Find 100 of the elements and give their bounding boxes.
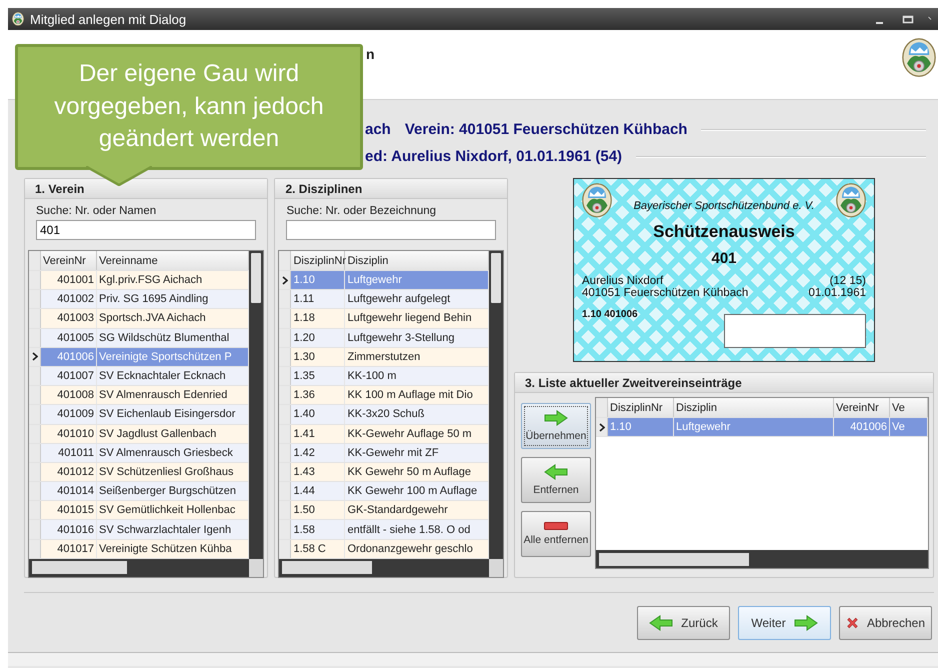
panel-title: 2. Disziplinen	[275, 179, 507, 199]
table-cell: 401002	[41, 290, 97, 308]
search-label: Suche: Nr. oder Bezeichnung	[285, 205, 438, 217]
data-grid[interactable]	[278, 250, 504, 578]
search-field[interactable]	[286, 220, 496, 240]
column-header[interactable]: Disziplin	[674, 398, 834, 417]
footer-button[interactable]: Weiter	[738, 606, 831, 640]
table-cell: 1.43	[291, 462, 346, 482]
table-row[interactable]: 401015 SV Gemütlichkeit Hollenbac	[29, 501, 250, 520]
table-row[interactable]: 1.36 KK 100 m Auflage mit Dio	[279, 386, 489, 406]
table-row[interactable]: 1.58 entfällt - siehe 1.58. O od	[279, 520, 489, 540]
table-row[interactable]: 401005 SG Wildschütz Blumenthal	[29, 328, 250, 348]
data-grid[interactable]: DisziplinNr Disziplin VereinNr Ve 1.10 Luftgewehr 401006 Ve	[595, 397, 929, 569]
table-row[interactable]: 401001 Kgl.priv.FSG Aichach	[29, 271, 250, 290]
table-row[interactable]: 1.43 KK Gewehr 50 m Auflage	[279, 462, 489, 482]
table-row[interactable]: 401008 SV Almenrausch Edenried	[29, 386, 250, 406]
table-row[interactable]: 401017 Vereinigte Schützen Kühba	[29, 540, 250, 559]
right-arrow-icon	[794, 614, 818, 630]
horizontal-scrollbar[interactable]	[596, 550, 928, 568]
action-button[interactable]: Übernehmen	[521, 403, 591, 449]
row-header	[596, 398, 608, 417]
horizontal-scrollbar[interactable]	[29, 558, 250, 577]
column-header[interactable]: Ve	[890, 398, 928, 417]
table-row[interactable]: 401007 SV Ecknachtaler Ecknach	[29, 366, 250, 386]
row-pointer-icon	[32, 352, 38, 362]
card-title: Schützenausweis	[653, 222, 795, 242]
row-pointer-icon	[598, 422, 604, 432]
table-cell: 401015	[41, 501, 97, 520]
table-cell: 401006	[41, 348, 97, 366]
table-cell: 1.35	[291, 366, 346, 386]
table-cell: 401016	[41, 520, 97, 539]
table-cell: 401003	[41, 309, 97, 328]
row-header[interactable]	[279, 271, 292, 290]
table-cell: 401009	[41, 405, 97, 424]
search-label: Suche: Nr. oder Namen	[35, 205, 158, 217]
right-arrow-icon	[544, 410, 568, 426]
footer-button[interactable]: Abbrechen	[839, 606, 932, 640]
row-header	[279, 251, 292, 270]
table-row[interactable]: 401009 SV Eichenlaub Eisingersdor	[29, 405, 250, 424]
table-row[interactable]: 1.20 Luftgewehr 3-Stellung	[279, 328, 489, 348]
member-code: (12 15)	[830, 274, 866, 286]
table-row[interactable]: 401012 SV Schützenliesl Großhaus	[29, 462, 250, 482]
table-row[interactable]: 1.35 KK-100 m	[279, 366, 489, 386]
table-row[interactable]: 1.42 KK-Gewehr mit ZF	[279, 444, 489, 463]
table-cell: 401007	[41, 366, 97, 386]
table-cell: 1.58 C	[291, 540, 346, 558]
emblem-icon	[12, 12, 24, 26]
data-grid[interactable]	[28, 250, 264, 578]
table-cell: 401011	[41, 444, 97, 462]
table-row[interactable]: 1.18 Luftgewehr liegend Behin	[279, 309, 489, 329]
table-cell: 1.44	[291, 482, 346, 500]
row-header[interactable]	[29, 348, 41, 366]
table-cell: 1.20	[291, 328, 346, 347]
table-row[interactable]: 1.40 KK-3x20 Schuß	[279, 405, 489, 424]
table-row[interactable]: 401014 Seißenberger Burgschützen	[29, 482, 250, 502]
info-text: ed: Aurelius Nixdorf, 01.01.1961 (54)	[365, 148, 622, 165]
scrollbar-corner	[489, 558, 503, 577]
row-pointer-icon	[282, 276, 288, 285]
action-button[interactable]: Entfernen	[521, 457, 591, 503]
table-row[interactable]: 1.41 KK-Gewehr Auflage 50 m	[279, 424, 489, 444]
column-header[interactable]: VereinNr	[41, 251, 97, 270]
card-number: 401	[711, 250, 737, 266]
left-arrow-icon	[649, 614, 674, 630]
column-header[interactable]: DisziplinNr	[608, 398, 674, 417]
window-title: Mitglied anlegen mit Dialog	[30, 12, 188, 26]
table-row[interactable]: 401010 SV Jagdlust Gallenbach	[29, 424, 250, 444]
table-cell: 1.50	[291, 501, 346, 520]
table-cell: Luftgewehr	[674, 418, 834, 436]
row-header	[29, 251, 41, 270]
table-cell: 401005	[41, 328, 97, 347]
table-row[interactable]: 401002 Priv. SG 1695 Aindling	[29, 290, 250, 310]
column-header[interactable]: DisziplinNr	[291, 251, 346, 270]
left-arrow-icon	[544, 464, 568, 480]
vertical-scrollbar[interactable]	[249, 251, 264, 559]
table-row[interactable]: 401016 SV Schwarzlachtaler Igenh	[29, 520, 250, 540]
column-header[interactable]: VereinNr	[834, 398, 890, 417]
row-header[interactable]	[596, 418, 608, 436]
table-cell: 401017	[41, 540, 97, 558]
table-row[interactable]: 401011 SV Almenrausch Griesbeck	[29, 444, 250, 463]
horizontal-scrollbar[interactable]	[279, 558, 489, 577]
action-button[interactable]: Alle entfernen	[521, 511, 591, 557]
table-row[interactable]: 1.11 Luftgewehr aufgelegt	[279, 290, 489, 310]
footer-button[interactable]: Zurück	[637, 606, 730, 640]
panel-title: 3. Liste aktueller Zweitvereinseinträge	[515, 373, 933, 393]
table-row[interactable]: 401003 Sportsch.JVA Aichach	[29, 309, 250, 329]
table-row[interactable]: 1.44 KK Gewehr 100 m Auflage	[279, 482, 489, 502]
minus-icon	[544, 522, 568, 530]
table-cell: 1.11	[291, 290, 346, 308]
table-cell: 1.10	[291, 271, 346, 290]
vertical-scrollbar[interactable]	[489, 251, 503, 559]
table-row[interactable]: 1.50 GK-Standardgewehr	[279, 501, 489, 520]
table-row[interactable]: 1.58 C Ordonanzgewehr geschlo	[279, 540, 489, 559]
table-row[interactable]: 1.30 Zimmerstutzen	[279, 348, 489, 367]
maximize-icon[interactable]	[902, 13, 914, 25]
search-field[interactable]: 401	[36, 220, 256, 240]
table-cell: 401001	[41, 271, 97, 290]
emblem-icon	[836, 183, 866, 218]
table-cell: 1.58	[291, 520, 346, 539]
header-title: n	[366, 46, 375, 62]
member-name: Aurelius Nixdorf	[582, 274, 664, 286]
